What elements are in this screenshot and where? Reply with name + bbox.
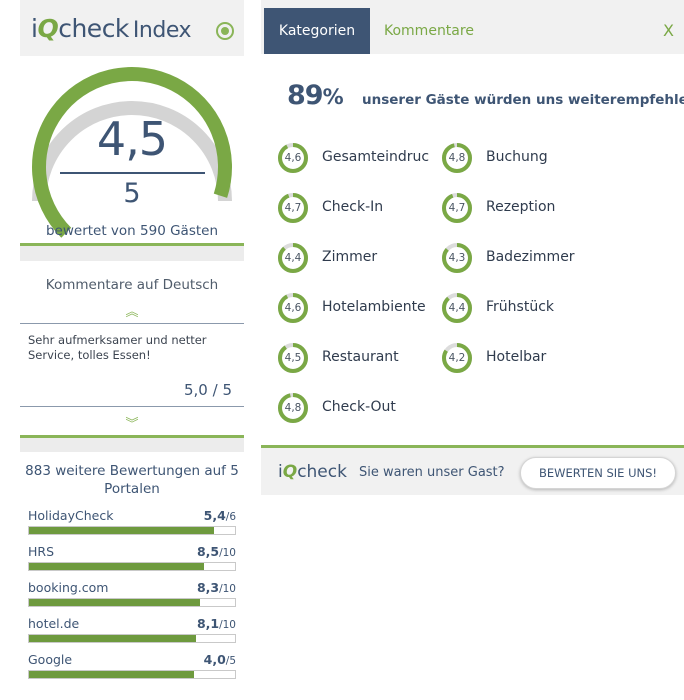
portal-row[interactable]: HolidayCheck 5,4/6 [28,508,236,538]
portal-row[interactable]: Google 4,0/5 [28,652,236,682]
portal-score: 8,3/10 [196,580,236,595]
category-label: Rezeption [486,199,556,215]
iqcheck-logo: iQcheck Index [31,14,192,43]
category-score: 4,8 [284,402,302,414]
chevron-double-up-icon[interactable]: ︽ [20,301,244,320]
category-score: 4,5 [284,352,302,364]
category-score: 4,8 [448,152,466,164]
portals-title: 883 weitere Bewertungen auf 5 Portalen [25,463,239,497]
portal-row[interactable]: hotel.de 8,1/10 [28,616,236,646]
category-label: Hotelbar [486,349,547,365]
category-label: Restaurant [322,349,399,365]
category-item[interactable]: 4,8 Check-Out [277,392,437,424]
portal-bar-fill [29,671,194,678]
portal-bar-fill [29,635,196,642]
category-label: Buchung [486,149,548,165]
portal-bar [28,598,236,607]
category-item[interactable]: 4,5 Restaurant [277,342,437,374]
portal-bar [28,562,236,571]
category-item[interactable]: 4,7 Rezeption [441,192,601,224]
index-label: Index [132,18,192,43]
divider [20,406,244,407]
portal-name: Google [28,652,73,667]
portal-name: HRS [28,544,55,559]
portal-bar [28,670,236,679]
portal-score: 5,4/6 [203,508,236,523]
rate-us-button[interactable]: BEWERTEN SIE UNS! [520,457,676,489]
portal-bar-fill [29,563,205,570]
category-item[interactable]: 4,6 Hotelambiente [277,292,437,324]
category-score: 4,6 [284,152,302,164]
score-max: 5 [123,178,141,209]
tab-kommentare[interactable]: Kommentare [384,8,474,54]
portal-bar-fill [29,599,200,606]
category-label: Hotelambiente [322,299,426,315]
comments-title: Kommentare auf Deutsch [45,277,219,293]
category-item[interactable]: 4,6 Gesamteindruc [277,142,437,174]
portals-box: 883 weitere Bewertungen auf 5 Portalen H… [20,452,244,700]
category-item[interactable]: 4,3 Badezimmer [441,242,601,274]
comment-score: 5,0 / 5 [184,381,232,399]
rating-widget: iQcheck Index 4,5 5 bewertet von 590 Gäst… [20,0,244,700]
category-score: 4,2 [448,352,466,364]
portal-bar [28,526,236,535]
category-item[interactable]: 4,7 Check-In [277,192,437,224]
overall-score: 4,5 [96,112,168,166]
recommend-percent: 89% [287,80,344,111]
target-icon[interactable] [216,22,234,40]
category-score: 4,7 [448,202,466,214]
category-item[interactable]: 4,4 Zimmer [277,242,437,274]
details-panel: Kategorien Kommentare X 89% unserer Gäst… [261,0,684,495]
portal-bar [28,634,236,643]
category-score: 4,3 [448,252,466,264]
widget-footer: iQcheck Sie waren unser Gast? BEWERTEN S… [261,445,684,495]
category-score: 4,6 [284,302,302,314]
portal-bar-fill [29,527,215,534]
tab-kategorien[interactable]: Kategorien [264,8,370,54]
chevron-double-down-icon[interactable]: ︾ [20,413,244,432]
category-score: 4,4 [284,252,302,264]
guest-question: Sie waren unser Gast? [359,465,505,480]
comments-box: Kommentare auf Deutsch ︽ Sehr aufmerksam… [20,261,244,438]
recommend-text: unserer Gäste würden uns weiterempfehlen… [362,92,684,108]
portal-row[interactable]: HRS 8,5/10 [28,544,236,574]
portal-score: 4,0/5 [203,652,236,667]
category-label: Check-In [322,199,384,215]
category-label: Gesamteindruc [322,149,430,165]
category-item[interactable]: 4,8 Buchung [441,142,601,174]
portal-row[interactable]: booking.com 8,3/10 [28,580,236,610]
category-label: Zimmer [322,249,378,265]
score-divider [60,172,205,174]
tab-bar: Kategorien Kommentare X [261,0,684,54]
divider [20,323,244,324]
portal-name: HolidayCheck [28,508,114,523]
category-score: 4,4 [448,302,466,314]
widget-header: iQcheck Index [20,0,244,56]
rated-by-text: bewertet von 590 Gästen [45,223,219,239]
category-score: 4,7 [284,202,302,214]
category-label: Badezimmer [486,249,575,265]
category-label: Check-Out [322,399,396,415]
portal-score: 8,1/10 [196,616,236,631]
category-item[interactable]: 4,2 Hotelbar [441,342,601,374]
portal-score: 8,5/10 [196,544,236,559]
category-item[interactable]: 4,4 Frühstück [441,292,601,324]
portal-name: booking.com [28,580,109,595]
category-label: Frühstück [486,299,554,315]
comment-text: Sehr aufmerksamer und netter Service, to… [28,333,207,362]
overall-score-box: 4,5 5 bewertet von 590 Gästen [20,56,244,246]
portal-name: hotel.de [28,616,80,631]
close-icon[interactable]: X [663,8,674,54]
iqcheck-logo: iQcheck [278,462,347,482]
